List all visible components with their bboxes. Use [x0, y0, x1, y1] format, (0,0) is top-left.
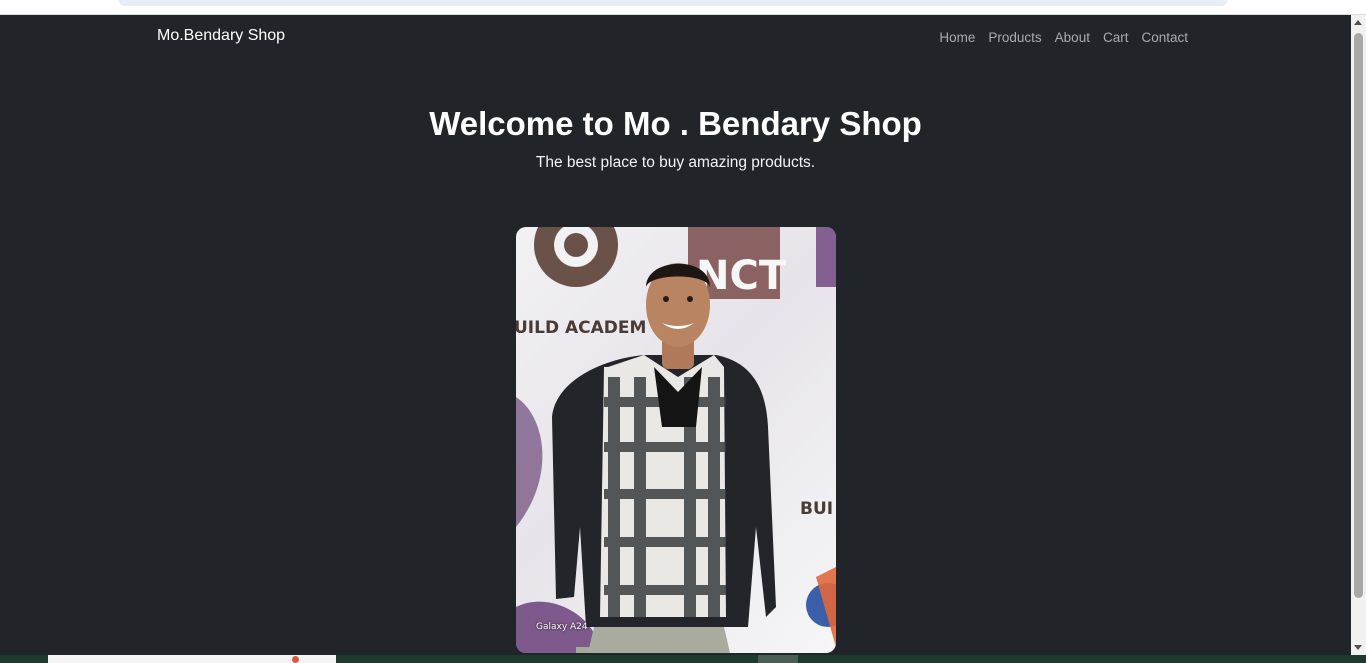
photo-illustration: NCT UILD ACADEM BUI — [516, 227, 836, 653]
nav-about[interactable]: About — [1055, 30, 1090, 45]
page-viewport: Mo.Bendary Shop Home Products About Cart… — [0, 15, 1351, 655]
scroll-thumb[interactable] — [1354, 33, 1363, 598]
navbar: Mo.Bendary Shop Home Products About Cart… — [0, 15, 1351, 61]
nav-products[interactable]: Products — [988, 30, 1041, 45]
taskbar — [0, 655, 1366, 663]
scroll-down-arrow-icon[interactable] — [1354, 645, 1362, 650]
brand-link[interactable]: Mo.Bendary Shop — [157, 27, 285, 45]
banner-text-academy: UILD ACADEM — [516, 318, 646, 338]
hero-subtitle: The best place to buy amazing products. — [535, 154, 816, 171]
nav-cart[interactable]: Cart — [1103, 30, 1129, 45]
hero-title: Welcome to Mo . Bendary Shop — [429, 105, 922, 142]
nav-links: Home Products About Cart Contact — [939, 30, 1188, 45]
page-scrollbar[interactable] — [1351, 15, 1366, 655]
taskbar-button[interactable] — [758, 655, 798, 663]
nav-contact[interactable]: Contact — [1141, 30, 1188, 45]
taskbar-pin-icon[interactable] — [292, 656, 299, 663]
browser-chrome — [0, 0, 1366, 15]
banner-text-bui: BUI — [800, 499, 833, 519]
photo-caption: Galaxy A24 — [536, 622, 588, 632]
profile-photo: NCT UILD ACADEM BUI Galaxy A24 — [516, 227, 836, 653]
nav-home[interactable]: Home — [939, 30, 975, 45]
banner-text-nct: NCT — [696, 253, 787, 299]
scroll-up-arrow-icon[interactable] — [1354, 20, 1362, 25]
address-bar[interactable] — [118, 0, 1228, 6]
